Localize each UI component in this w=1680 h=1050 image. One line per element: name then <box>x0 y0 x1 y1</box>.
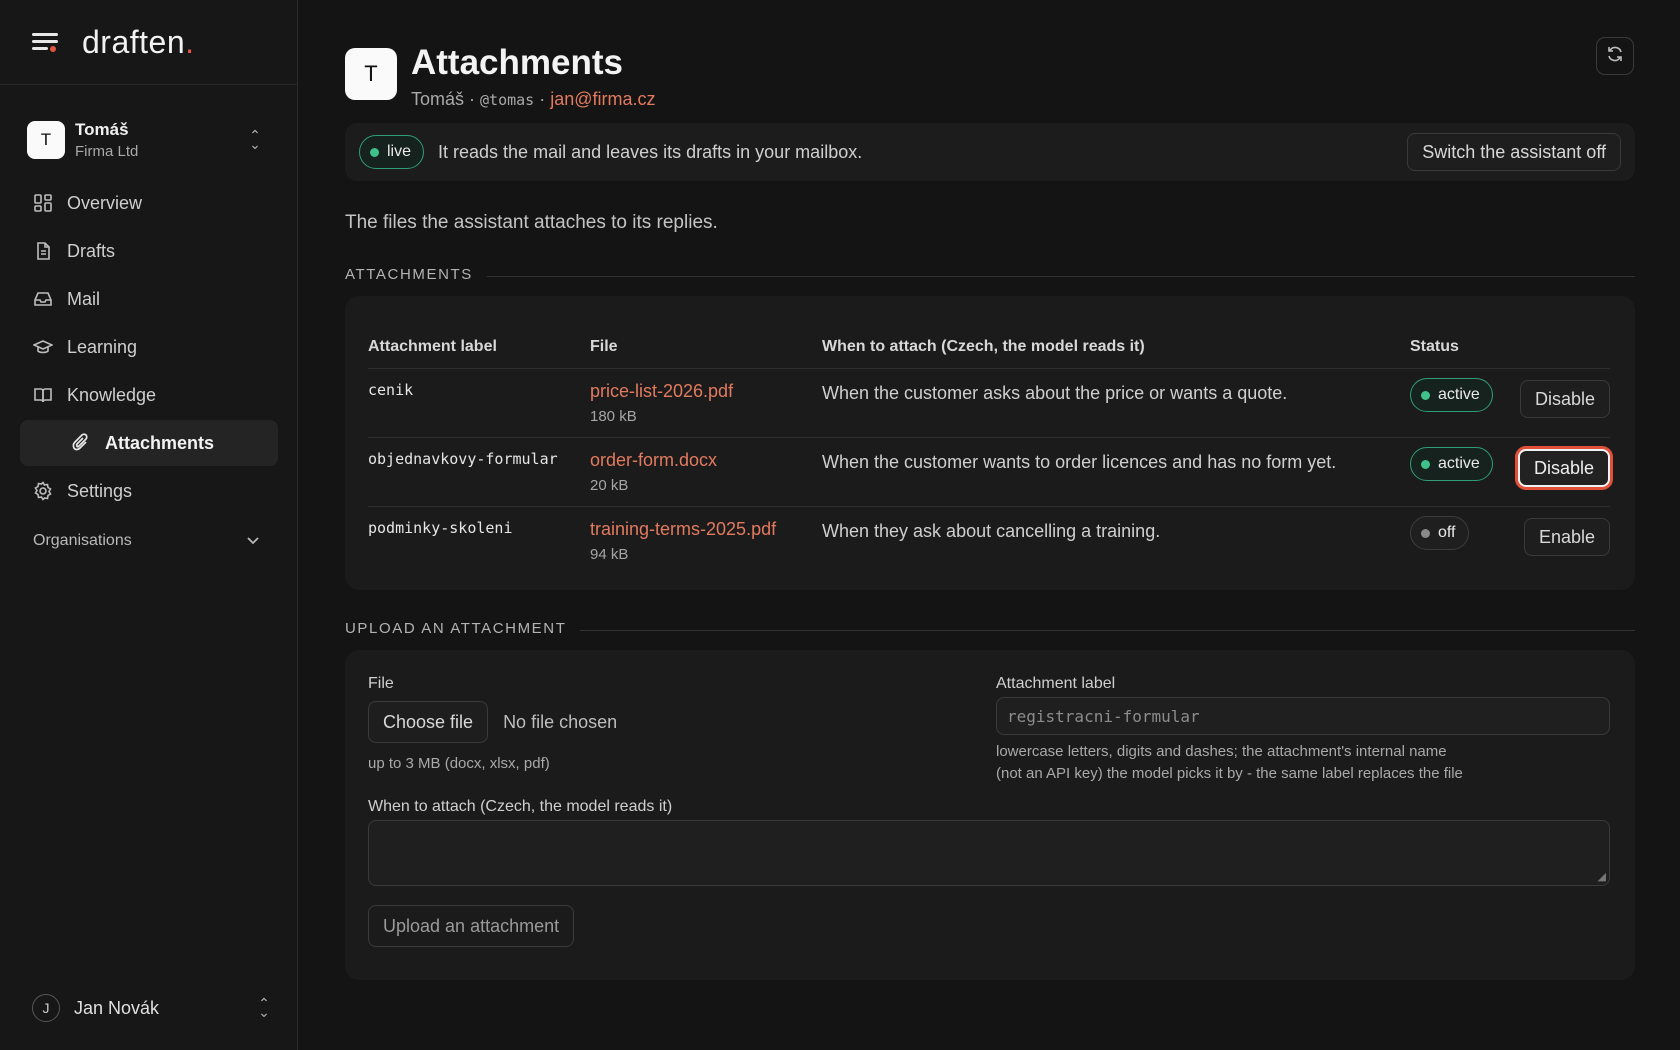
disable-button[interactable]: Disable <box>1519 380 1610 418</box>
sidebar-item-label: Learning <box>67 336 138 357</box>
grid-icon <box>32 192 54 214</box>
account-org: Firma Ltd <box>75 143 139 160</box>
attachment-label: cenik <box>368 381 414 399</box>
document-icon <box>32 240 54 262</box>
sidebar-nav: Overview Drafts Mail Learning Knowledge <box>20 180 278 562</box>
disable-button[interactable]: Disable <box>1517 449 1610 487</box>
avatar: J <box>32 994 60 1022</box>
attachment-label-hint: lowercase letters, digits and dashes; th… <box>996 743 1463 782</box>
sidebar-item-drafts[interactable]: Drafts <box>20 228 278 274</box>
status-text: It reads the mail and leaves its drafts … <box>438 141 863 162</box>
sidebar-item-learning[interactable]: Learning <box>20 324 278 370</box>
attachment-label-input[interactable]: registracni-formular <box>996 697 1610 735</box>
gear-icon <box>32 480 54 502</box>
table-row: podminky-skoleni training-terms-2025.pdf… <box>368 507 1610 575</box>
sidebar-item-overview[interactable]: Overview <box>20 180 278 226</box>
account-switcher[interactable]: T Tomáš Firma Ltd ⌃ ⌄ <box>27 115 277 165</box>
paperclip-icon <box>70 432 92 454</box>
switch-assistant-off-button[interactable]: Switch the assistant off <box>1407 133 1621 171</box>
column-header: File <box>590 338 618 355</box>
when-to-attach-text: When the customer asks about the price o… <box>822 383 1288 403</box>
attachments-table-card: Attachment label File When to attach (Cz… <box>345 296 1635 590</box>
sidebar-item-knowledge[interactable]: Knowledge <box>20 372 278 418</box>
status-badge: off <box>1410 516 1469 550</box>
table-header-row: Attachment label File When to attach (Cz… <box>368 326 1610 369</box>
sidebar-item-mail[interactable]: Mail <box>20 276 278 322</box>
sidebar-item-attachments[interactable]: Attachments <box>20 420 278 466</box>
chevron-up-down-icon: ⌃ ⌄ <box>249 127 261 152</box>
avatar: T <box>27 121 65 159</box>
file-size: 20 kB <box>590 477 629 494</box>
file-link[interactable]: order-form.docx <box>590 450 822 471</box>
column-header: Attachment label <box>368 338 497 355</box>
organisations-toggle[interactable]: Organisations <box>20 520 278 562</box>
menu-icon[interactable] <box>32 31 58 53</box>
when-to-attach-textarea[interactable]: ◢ <box>368 820 1610 886</box>
upload-section-heading: UPLOAD AN ATTACHMENT <box>345 620 1635 637</box>
attachments-table: Attachment label File When to attach (Cz… <box>368 326 1610 575</box>
sidebar-item-label: Knowledge <box>67 384 157 405</box>
page-description: The files the assistant attaches to its … <box>345 212 718 233</box>
attachment-label: podminky-skoleni <box>368 519 513 537</box>
file-size: 180 kB <box>590 408 637 425</box>
file-link[interactable]: training-terms-2025.pdf <box>590 519 822 540</box>
table-row: objednavkovy-formular order-form.docx 20… <box>368 438 1610 507</box>
sidebar: draften. T Tomáš Firma Ltd ⌃ ⌄ Overview D… <box>0 0 298 1050</box>
refresh-icon <box>1606 45 1624 68</box>
when-to-attach-text: When they ask about cancelling a trainin… <box>822 521 1161 541</box>
when-to-attach-label: When to attach (Czech, the model reads i… <box>368 798 673 815</box>
page-title: Attachments <box>411 43 623 82</box>
table-row: cenik price-list-2026.pdf 180 kB When th… <box>368 369 1610 438</box>
sidebar-item-label: Drafts <box>67 240 116 261</box>
status-badge: active <box>1410 447 1493 481</box>
upload-form-card: File Choose file No file chosen up to 3 … <box>345 650 1635 980</box>
upload-attachment-button[interactable]: Upload an attachment <box>368 905 575 947</box>
when-to-attach-text: When the customer wants to order licence… <box>822 452 1337 472</box>
account-name: Tomáš <box>75 120 129 139</box>
attachment-label: objednavkovy-formular <box>368 450 558 468</box>
attachment-label-label: Attachment label <box>996 675 1116 692</box>
organisations-label: Organisations <box>33 532 132 549</box>
assistant-status-bar: live It reads the mail and leaves its dr… <box>345 123 1635 181</box>
brand-logo[interactable]: draften. <box>82 24 195 61</box>
file-size-hint: up to 3 MB (docx, xlsx, pdf) <box>368 755 550 772</box>
status-badge: active <box>1410 378 1493 412</box>
sidebar-item-settings[interactable]: Settings <box>20 468 278 514</box>
book-icon <box>32 384 54 406</box>
avatar: T <box>345 48 397 100</box>
sidebar-item-label: Overview <box>67 192 143 213</box>
user-name: Jan Novák <box>74 997 160 1018</box>
file-link[interactable]: price-list-2026.pdf <box>590 381 822 402</box>
page-header: T Attachments Tomáš · @tomas · jan@firma… <box>345 43 656 110</box>
refresh-button[interactable] <box>1596 37 1634 75</box>
sidebar-item-label: Mail <box>67 288 101 309</box>
file-size: 94 kB <box>590 546 629 563</box>
header-user-name: Tomáš <box>411 88 465 109</box>
header-email-link[interactable]: jan@firma.cz <box>550 89 655 109</box>
file-label: File <box>368 675 394 692</box>
header-handle: @tomas <box>480 90 535 109</box>
column-header: When to attach (Czech, the model reads i… <box>822 338 1145 355</box>
page-subtitle: Tomáš · @tomas · jan@firma.cz <box>411 88 656 109</box>
sidebar-item-label: Attachments <box>105 432 215 453</box>
sidebar-item-label: Settings <box>67 480 133 501</box>
attachments-section-heading: ATTACHMENTS <box>345 266 1635 283</box>
graduation-cap-icon <box>32 336 54 358</box>
logo-row: draften. <box>0 0 297 85</box>
enable-button[interactable]: Enable <box>1523 518 1610 556</box>
no-file-chosen-text: No file chosen <box>503 711 618 732</box>
choose-file-button[interactable]: Choose file <box>368 701 489 743</box>
chevron-down-icon <box>246 532 260 550</box>
chevron-up-down-icon: ⌃ ⌄ <box>258 995 270 1020</box>
live-status-badge: live <box>359 135 425 169</box>
column-header: Status <box>1410 338 1459 355</box>
resize-handle-icon[interactable]: ◢ <box>1598 870 1606 883</box>
inbox-icon <box>32 288 54 310</box>
user-menu[interactable]: J Jan Novák ⌃ ⌄ <box>32 992 272 1024</box>
